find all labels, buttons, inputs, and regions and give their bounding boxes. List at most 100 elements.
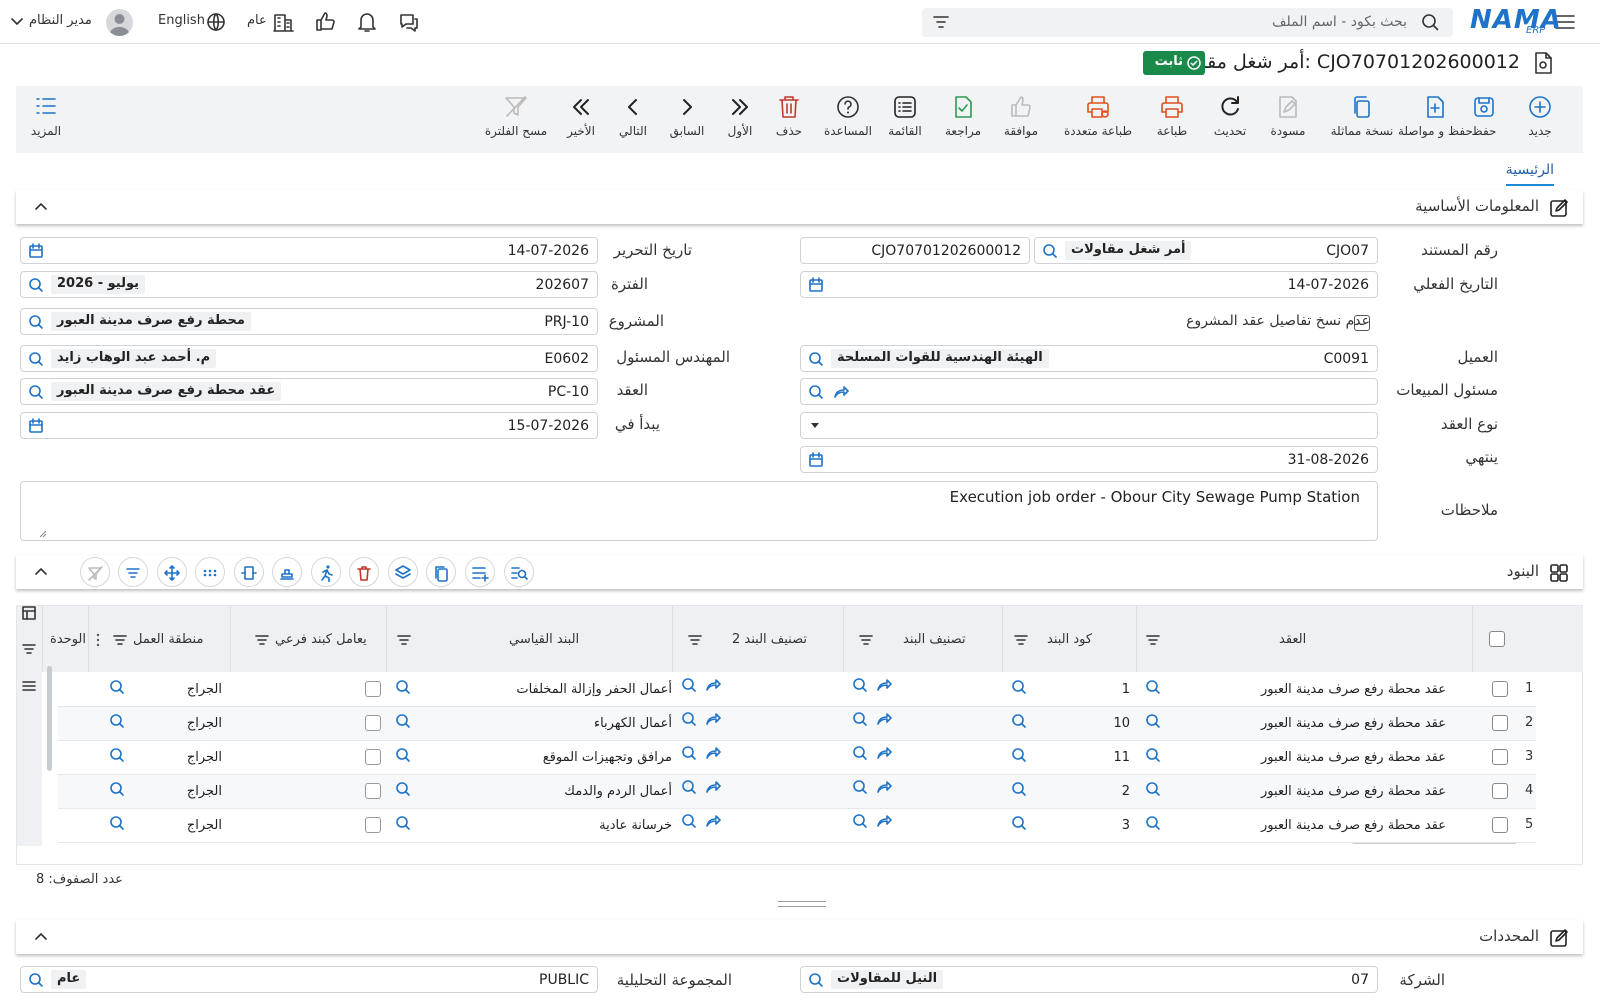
column-header-unit[interactable]: الوحدة — [42, 606, 88, 672]
grid-search-button[interactable] — [504, 557, 534, 587]
chevron-up-icon[interactable] — [34, 930, 48, 942]
refresh-button[interactable]: تحديث — [1200, 94, 1260, 148]
column-header-standard-item[interactable]: البند القياسي — [381, 606, 672, 672]
dimensions-section-header[interactable]: المحددات — [16, 920, 1583, 954]
grid-add-row-button[interactable] — [465, 557, 495, 587]
row-checkbox[interactable] — [1492, 749, 1508, 765]
filter-icon[interactable] — [932, 14, 950, 30]
doc-prefix-field[interactable]: CJO07 أمر شغل مقاولات — [1034, 237, 1378, 264]
ends-date-field[interactable]: 31-08-2026 — [800, 446, 1378, 473]
search-lookup-icon[interactable] — [1011, 713, 1027, 729]
building-icon[interactable] — [272, 11, 294, 33]
search-lookup-icon[interactable] — [1145, 713, 1161, 729]
multi-print-button[interactable]: طباعة متعددة — [1058, 94, 1138, 148]
search-lookup-icon[interactable] — [109, 747, 125, 763]
grid-dots-button[interactable] — [195, 557, 225, 587]
splitter-handle[interactable] — [778, 901, 826, 907]
share-arrow-icon[interactable] — [705, 711, 721, 727]
search-input[interactable]: بحث بكود - اسم الملف — [922, 8, 1453, 37]
search-lookup-icon[interactable] — [852, 677, 868, 693]
project-field[interactable]: PRJ-10 محطة رفع صرف مدينة العبور — [20, 308, 598, 335]
search-lookup-icon[interactable] — [395, 679, 411, 695]
grid-copy-button[interactable] — [426, 557, 456, 587]
print-button[interactable]: طباعة — [1142, 94, 1202, 148]
table-row[interactable]: 5 عقد محطة رفع صرف مدينة العبور 3 خرسانة عا… — [58, 809, 1536, 843]
scope-label[interactable]: عام — [247, 13, 267, 28]
search-lookup-icon[interactable] — [852, 779, 868, 795]
search-lookup-icon[interactable] — [681, 813, 697, 829]
company-field[interactable]: 07 النيل للمقاولات — [800, 966, 1378, 993]
search-lookup-icon[interactable] — [681, 711, 697, 727]
period-field[interactable]: 202607 2026 - يوليو — [20, 271, 598, 298]
row-checkbox[interactable] — [1492, 817, 1508, 833]
sub-item-checkbox[interactable] — [365, 715, 381, 731]
vertical-scrollbar[interactable] — [47, 666, 52, 771]
grid-fit-button[interactable] — [234, 557, 264, 587]
more-button[interactable]: المزيد — [16, 94, 76, 148]
search-lookup-icon[interactable] — [1011, 781, 1027, 797]
contract-type-select[interactable] — [800, 412, 1378, 439]
search-lookup-icon[interactable] — [852, 745, 868, 761]
next-button[interactable]: التالي — [603, 94, 663, 148]
notifications-bell-icon[interactable] — [356, 10, 378, 34]
messages-icon[interactable] — [397, 11, 421, 33]
search-lookup-icon[interactable] — [681, 779, 697, 795]
share-arrow-icon[interactable] — [876, 779, 892, 795]
search-lookup-icon[interactable] — [1011, 815, 1027, 831]
search-lookup-icon[interactable] — [109, 713, 125, 729]
grid-delete-button[interactable] — [349, 557, 379, 587]
column-header-item-code[interactable]: كود البند — [997, 606, 1136, 672]
list-button[interactable]: القائمة — [875, 94, 935, 148]
clear-filter-button[interactable]: مسح الفلترة — [471, 94, 561, 148]
new-button[interactable]: جديد — [1510, 94, 1570, 148]
first-button[interactable]: الأول — [710, 94, 770, 148]
row-checkbox[interactable] — [1492, 715, 1508, 731]
previous-button[interactable]: السابق — [657, 94, 717, 148]
grid-layers-button[interactable] — [388, 557, 418, 587]
edit-date-field[interactable]: 14-07-2026 — [20, 237, 598, 264]
user-name[interactable]: مدير النظام — [29, 13, 92, 28]
search-lookup-icon[interactable] — [395, 781, 411, 797]
filter-icon[interactable] — [22, 642, 36, 656]
menu-lines-icon[interactable] — [22, 679, 36, 693]
search-lookup-icon[interactable] — [852, 711, 868, 727]
share-arrow-icon[interactable] — [705, 745, 721, 761]
search-lookup-icon[interactable] — [109, 781, 125, 797]
thumbs-up-icon[interactable] — [314, 10, 338, 34]
search-lookup-icon[interactable] — [1145, 781, 1161, 797]
share-arrow-icon[interactable] — [876, 711, 892, 727]
search-lookup-icon[interactable] — [1145, 679, 1161, 695]
grid-run-button[interactable] — [311, 557, 341, 587]
search-lookup-icon[interactable] — [395, 713, 411, 729]
column-header-sub-item[interactable]: يعامل كبند فرعي — [225, 606, 386, 672]
contract-field[interactable]: PC-10 عقد محطة رفع صرف مدينة العبور — [20, 378, 598, 405]
draft-button[interactable]: مسودة — [1258, 94, 1318, 148]
column-header-work-area[interactable]: منطقة العمل — [88, 606, 230, 672]
share-arrow-icon[interactable] — [876, 745, 892, 761]
save-continue-button[interactable]: حفظ و مواصلة — [1398, 94, 1473, 148]
search-lookup-icon[interactable] — [681, 745, 697, 761]
search-lookup-icon[interactable] — [109, 679, 125, 695]
search-lookup-icon[interactable] — [1145, 815, 1161, 831]
sales-rep-field[interactable] — [800, 378, 1378, 405]
doc-number-field[interactable]: CJO70701202600012 — [800, 237, 1030, 264]
sub-item-checkbox[interactable] — [365, 783, 381, 799]
globe-icon[interactable] — [206, 12, 226, 32]
grid-stamp-button[interactable] — [272, 557, 302, 587]
share-arrow-icon[interactable] — [876, 813, 892, 829]
share-arrow-icon[interactable] — [705, 779, 721, 795]
analytic-group-field[interactable]: PUBLIC عام — [20, 966, 598, 993]
review-button[interactable]: مراجعة — [933, 94, 993, 148]
engineer-field[interactable]: E0602 م. أحمد عبد الوهاب زايد — [20, 345, 598, 372]
actual-date-field[interactable]: 14-07-2026 — [800, 271, 1378, 298]
share-arrow-icon[interactable] — [705, 677, 721, 693]
search-lookup-icon[interactable] — [395, 747, 411, 763]
duplicate-button[interactable]: نسخة مماثلة — [1329, 94, 1395, 148]
chevron-up-icon[interactable] — [34, 200, 48, 212]
basic-info-section-header[interactable]: المعلومات الأساسية — [16, 190, 1583, 224]
columns-toggle-icon[interactable] — [22, 606, 36, 620]
grid-move-button[interactable] — [157, 557, 187, 587]
search-lookup-icon[interactable] — [1145, 747, 1161, 763]
column-header-item-class-2[interactable]: تصنيف البند 2 — [667, 606, 843, 672]
search-lookup-icon[interactable] — [681, 677, 697, 693]
